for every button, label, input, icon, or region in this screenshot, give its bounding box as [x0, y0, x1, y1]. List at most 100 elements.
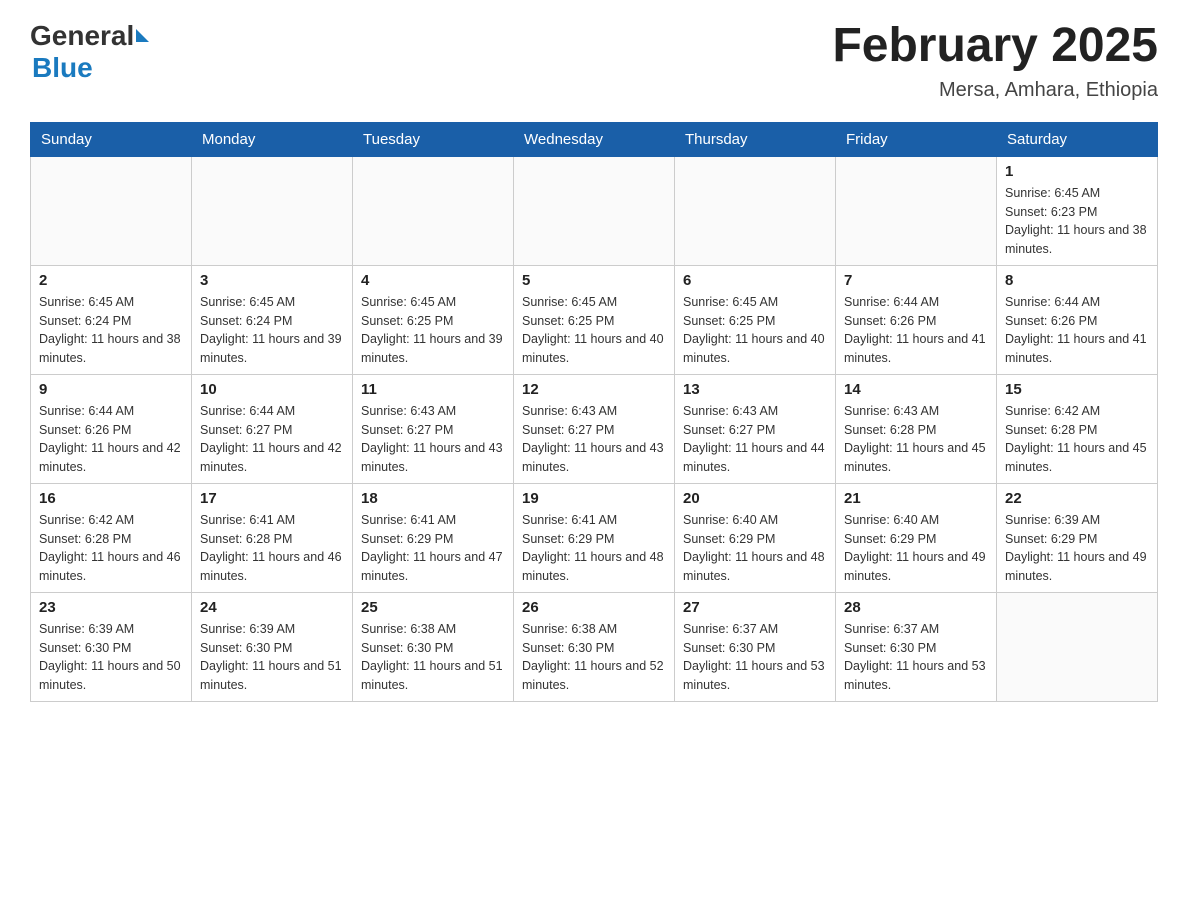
- day-number: 25: [361, 599, 505, 616]
- day-number: 16: [39, 490, 183, 507]
- day-number: 20: [683, 490, 827, 507]
- day-number: 11: [361, 381, 505, 398]
- day-info: Sunrise: 6:37 AMSunset: 6:30 PMDaylight:…: [683, 620, 827, 695]
- day-number: 24: [200, 599, 344, 616]
- calendar-cell: 11 Sunrise: 6:43 AMSunset: 6:27 PMDayligh…: [353, 374, 514, 483]
- calendar-cell: 20 Sunrise: 6:40 AMSunset: 6:29 PMDayligh…: [675, 483, 836, 592]
- day-number: 3: [200, 272, 344, 289]
- calendar-cell: 21 Sunrise: 6:40 AMSunset: 6:29 PMDayligh…: [836, 483, 997, 592]
- calendar-table: SundayMondayTuesdayWednesdayThursdayFrid…: [30, 122, 1158, 702]
- day-info: Sunrise: 6:40 AMSunset: 6:29 PMDaylight:…: [844, 511, 988, 586]
- calendar-cell: [31, 156, 192, 265]
- calendar-cell: 12Sunrise: 6:43 AMSunset: 6:27 PMDayligh…: [514, 374, 675, 483]
- day-number: 14: [844, 381, 988, 398]
- day-info: Sunrise: 6:40 AMSunset: 6:29 PMDaylight:…: [683, 511, 827, 586]
- logo-triangle-icon: [136, 29, 149, 42]
- day-info: Sunrise: 6:45 AMSunset: 6:25 PMDaylight:…: [361, 293, 505, 368]
- day-number: 6: [683, 272, 827, 289]
- day-number: 17: [200, 490, 344, 507]
- calendar-cell: 26 Sunrise: 6:38 AMSunset: 6:30 PMDayligh…: [514, 592, 675, 701]
- day-number: 2: [39, 272, 183, 289]
- day-number: 23: [39, 599, 183, 616]
- day-info: Sunrise: 6:43 AMSunset: 6:27 PMDaylight:…: [522, 402, 666, 477]
- calendar-cell: 6 Sunrise: 6:45 AMSunset: 6:25 PMDaylight…: [675, 265, 836, 374]
- day-info: Sunrise: 6:43 AMSunset: 6:28 PMDaylight:…: [844, 402, 988, 477]
- calendar-cell: 1 Sunrise: 6:45 AMSunset: 6:23 PMDaylight…: [997, 156, 1158, 265]
- calendar-cell: 15Sunrise: 6:42 AMSunset: 6:28 PMDayligh…: [997, 374, 1158, 483]
- day-info: Sunrise: 6:45 AMSunset: 6:24 PMDaylight:…: [39, 293, 183, 368]
- day-info: Sunrise: 6:45 AMSunset: 6:25 PMDaylight:…: [683, 293, 827, 368]
- day-number: 5: [522, 272, 666, 289]
- calendar-cell: 10 Sunrise: 6:44 AMSunset: 6:27 PMDayligh…: [192, 374, 353, 483]
- calendar-cell: 8 Sunrise: 6:44 AMSunset: 6:26 PMDaylight…: [997, 265, 1158, 374]
- calendar-cell: [675, 156, 836, 265]
- day-info: Sunrise: 6:39 AMSunset: 6:30 PMDaylight:…: [39, 620, 183, 695]
- calendar-cell: [836, 156, 997, 265]
- day-number: 7: [844, 272, 988, 289]
- day-info: Sunrise: 6:44 AMSunset: 6:26 PMDaylight:…: [844, 293, 988, 368]
- calendar-cell: 23 Sunrise: 6:39 AMSunset: 6:30 PMDayligh…: [31, 592, 192, 701]
- day-number: 28: [844, 599, 988, 616]
- logo: General Blue: [30, 20, 149, 84]
- calendar-cell: 7 Sunrise: 6:44 AMSunset: 6:26 PMDaylight…: [836, 265, 997, 374]
- calendar-cell: [192, 156, 353, 265]
- day-info: Sunrise: 6:41 AMSunset: 6:29 PMDaylight:…: [361, 511, 505, 586]
- day-number: 8: [1005, 272, 1149, 289]
- day-number: 21: [844, 490, 988, 507]
- day-info: Sunrise: 6:43 AMSunset: 6:27 PMDaylight:…: [361, 402, 505, 477]
- calendar-cell: 27Sunrise: 6:37 AMSunset: 6:30 PMDayligh…: [675, 592, 836, 701]
- calendar-subtitle: Mersa, Amhara, Ethiopia: [832, 79, 1158, 102]
- day-number: 18: [361, 490, 505, 507]
- week-row-2: 2 Sunrise: 6:45 AMSunset: 6:24 PMDaylight…: [31, 265, 1158, 374]
- day-number: 9: [39, 381, 183, 398]
- weekday-header-friday: Friday: [836, 122, 997, 156]
- logo-general-text: General: [30, 20, 134, 51]
- day-number: 4: [361, 272, 505, 289]
- day-info: Sunrise: 6:41 AMSunset: 6:28 PMDaylight:…: [200, 511, 344, 586]
- weekday-header-tuesday: Tuesday: [353, 122, 514, 156]
- day-number: 10: [200, 381, 344, 398]
- day-info: Sunrise: 6:44 AMSunset: 6:26 PMDaylight:…: [39, 402, 183, 477]
- calendar-cell: 28 Sunrise: 6:37 AMSunset: 6:30 PMDayligh…: [836, 592, 997, 701]
- weekday-header-thursday: Thursday: [675, 122, 836, 156]
- day-info: Sunrise: 6:45 AMSunset: 6:25 PMDaylight:…: [522, 293, 666, 368]
- day-number: 22: [1005, 490, 1149, 507]
- week-row-4: 16Sunrise: 6:42 AMSunset: 6:28 PMDayligh…: [31, 483, 1158, 592]
- calendar-cell: 9 Sunrise: 6:44 AMSunset: 6:26 PMDaylight…: [31, 374, 192, 483]
- week-row-1: 1 Sunrise: 6:45 AMSunset: 6:23 PMDaylight…: [31, 156, 1158, 265]
- calendar-cell: 22 Sunrise: 6:39 AMSunset: 6:29 PMDayligh…: [997, 483, 1158, 592]
- calendar-cell: 5 Sunrise: 6:45 AMSunset: 6:25 PMDaylight…: [514, 265, 675, 374]
- day-info: Sunrise: 6:37 AMSunset: 6:30 PMDaylight:…: [844, 620, 988, 695]
- calendar-cell: 13 Sunrise: 6:43 AMSunset: 6:27 PMDayligh…: [675, 374, 836, 483]
- day-info: Sunrise: 6:45 AMSunset: 6:24 PMDaylight:…: [200, 293, 344, 368]
- day-info: Sunrise: 6:42 AMSunset: 6:28 PMDaylight:…: [1005, 402, 1149, 477]
- day-info: Sunrise: 6:39 AMSunset: 6:30 PMDaylight:…: [200, 620, 344, 695]
- day-info: Sunrise: 6:39 AMSunset: 6:29 PMDaylight:…: [1005, 511, 1149, 586]
- week-row-3: 9 Sunrise: 6:44 AMSunset: 6:26 PMDaylight…: [31, 374, 1158, 483]
- day-info: Sunrise: 6:43 AMSunset: 6:27 PMDaylight:…: [683, 402, 827, 477]
- calendar-cell: 17 Sunrise: 6:41 AMSunset: 6:28 PMDayligh…: [192, 483, 353, 592]
- calendar-cell: 2 Sunrise: 6:45 AMSunset: 6:24 PMDaylight…: [31, 265, 192, 374]
- day-info: Sunrise: 6:44 AMSunset: 6:27 PMDaylight:…: [200, 402, 344, 477]
- title-area: February 2025 Mersa, Amhara, Ethiopia: [832, 20, 1158, 102]
- weekday-header-sunday: Sunday: [31, 122, 192, 156]
- day-number: 19: [522, 490, 666, 507]
- day-info: Sunrise: 6:41 AMSunset: 6:29 PMDaylight:…: [522, 511, 666, 586]
- day-number: 1: [1005, 163, 1149, 180]
- page-header: General Blue February 2025 Mersa, Amhara…: [30, 20, 1158, 102]
- calendar-title: February 2025: [832, 20, 1158, 73]
- logo-blue-text: Blue: [32, 52, 93, 83]
- day-info: Sunrise: 6:38 AMSunset: 6:30 PMDaylight:…: [361, 620, 505, 695]
- weekday-header-row: SundayMondayTuesdayWednesdayThursdayFrid…: [31, 122, 1158, 156]
- calendar-cell: 14 Sunrise: 6:43 AMSunset: 6:28 PMDayligh…: [836, 374, 997, 483]
- day-info: Sunrise: 6:45 AMSunset: 6:23 PMDaylight:…: [1005, 184, 1149, 259]
- day-info: Sunrise: 6:38 AMSunset: 6:30 PMDaylight:…: [522, 620, 666, 695]
- weekday-header-wednesday: Wednesday: [514, 122, 675, 156]
- weekday-header-monday: Monday: [192, 122, 353, 156]
- calendar-cell: [514, 156, 675, 265]
- calendar-cell: [353, 156, 514, 265]
- weekday-header-saturday: Saturday: [997, 122, 1158, 156]
- day-number: 26: [522, 599, 666, 616]
- day-info: Sunrise: 6:44 AMSunset: 6:26 PMDaylight:…: [1005, 293, 1149, 368]
- day-number: 13: [683, 381, 827, 398]
